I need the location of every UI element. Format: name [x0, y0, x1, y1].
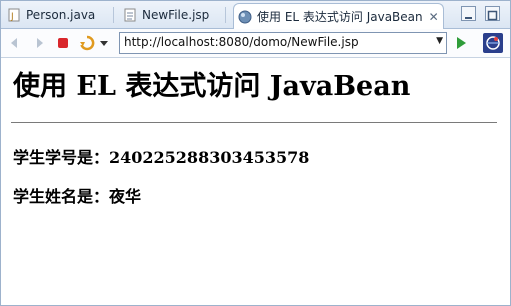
- tab-newfile-jsp[interactable]: NewFile.jsp: [123, 3, 209, 27]
- refresh-icon[interactable]: [79, 35, 95, 51]
- tab-label: NewFile.jsp: [142, 8, 210, 22]
- page-title: 使用 EL 表达式访问 JavaBean: [13, 71, 411, 102]
- back-arrow-icon[interactable]: [7, 35, 23, 51]
- url-text: http://localhost:8080/domo/NewFile.jsp: [124, 35, 359, 49]
- globe-icon: [238, 10, 252, 24]
- close-icon[interactable]: ✕: [429, 10, 439, 24]
- java-file-icon: J: [7, 8, 21, 22]
- tab-separator: [225, 7, 226, 23]
- tab-label: Person.java: [26, 8, 96, 22]
- maximize-button[interactable]: [485, 6, 500, 21]
- divider: [11, 122, 497, 123]
- chevron-down-icon[interactable]: ▼: [436, 36, 443, 46]
- minimize-button[interactable]: [461, 6, 476, 21]
- editor-tab-bar: J Person.java NewFile.jsp 使用 EL 表达式访问 Ja…: [1, 1, 510, 29]
- student-id-text: 学生学号是：240225288303453578: [13, 148, 310, 167]
- jsp-file-icon: [123, 8, 137, 22]
- svg-text:J: J: [10, 12, 14, 22]
- tab-person-java[interactable]: J Person.java: [7, 3, 95, 27]
- browser-window: J Person.java NewFile.jsp 使用 EL 表达式访问 Ja…: [0, 0, 511, 306]
- forward-arrow-icon[interactable]: [31, 35, 47, 51]
- page-content: 使用 EL 表达式访问 JavaBean 学生学号是：2402252883034…: [1, 58, 510, 305]
- go-icon[interactable]: [453, 35, 469, 51]
- stop-icon[interactable]: [55, 35, 71, 51]
- tab-el-javabean[interactable]: 使用 EL 表达式访问 JavaBean ✕: [233, 3, 444, 29]
- url-bar[interactable]: http://localhost:8080/domo/NewFile.jsp ▼: [119, 32, 447, 54]
- eclipse-web-browser-icon[interactable]: [483, 33, 503, 53]
- browser-toolbar: http://localhost:8080/domo/NewFile.jsp ▼: [1, 29, 510, 58]
- tab-label: 使用 EL 表达式访问 JavaBean: [257, 10, 423, 24]
- student-name-text: 学生姓名是：夜华: [13, 187, 142, 206]
- chevron-down-icon[interactable]: [99, 35, 109, 51]
- tab-separator: [113, 7, 114, 23]
